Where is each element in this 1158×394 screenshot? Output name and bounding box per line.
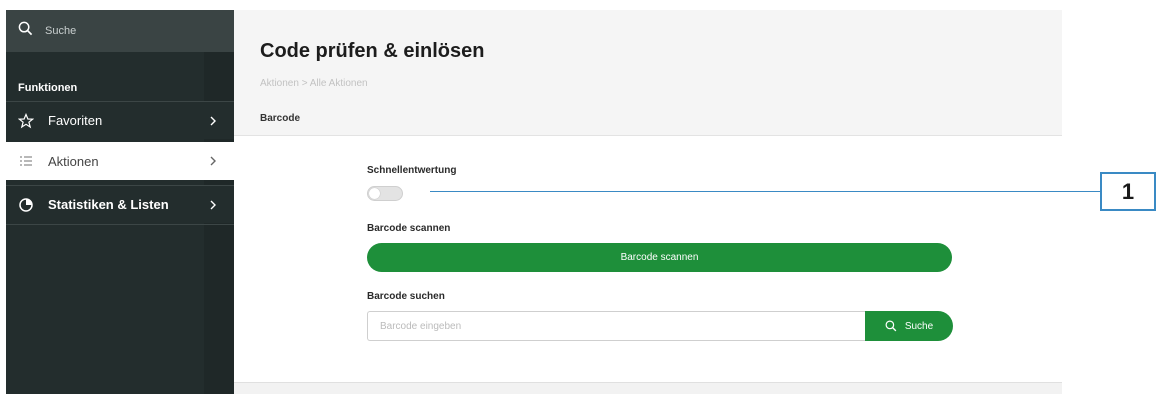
barcode-input[interactable] [367,311,865,341]
callout-number-badge: 1 [1100,172,1156,211]
sidebar-search[interactable]: Suche [6,10,234,52]
scan-label: Barcode scannen [367,223,451,234]
sidebar-divider [6,224,234,225]
toggle-knob [369,188,380,199]
callout-line [430,191,1100,192]
barcode-form: Schnellentwertung Barcode scannen Barcod… [234,10,1062,394]
search-icon [885,320,897,332]
quick-redeem-label: Schnellentwertung [367,165,457,176]
sidebar-item-favoriten[interactable]: Favoriten [6,101,234,139]
quick-redeem-toggle[interactable] [367,186,403,201]
sidebar-item-statistiken[interactable]: Statistiken & Listen [6,185,234,223]
sidebar-section-label: Funktionen [18,82,78,94]
star-icon [18,112,34,129]
barcode-search-button[interactable]: Suche [865,311,953,341]
pie-chart-icon [18,197,34,213]
search-barcode-label: Barcode suchen [367,291,445,302]
sidebar-search-label: Suche [45,25,77,37]
search-icon [18,21,33,41]
search-button-label: Suche [904,320,934,332]
chevron-right-icon [206,114,220,128]
sidebar-item-aktionen[interactable]: Aktionen [6,142,234,180]
sidebar-item-label: Statistiken & Listen [48,197,169,212]
sidebar: Suche Funktionen Favoriten Aktionen Stat… [6,10,234,394]
chevron-right-icon [206,198,220,212]
scan-barcode-button[interactable]: Barcode scannen [367,243,952,272]
sidebar-item-label: Favoriten [48,113,103,128]
list-icon [18,153,34,169]
sidebar-item-label: Aktionen [48,153,99,169]
chevron-right-icon [206,154,220,168]
